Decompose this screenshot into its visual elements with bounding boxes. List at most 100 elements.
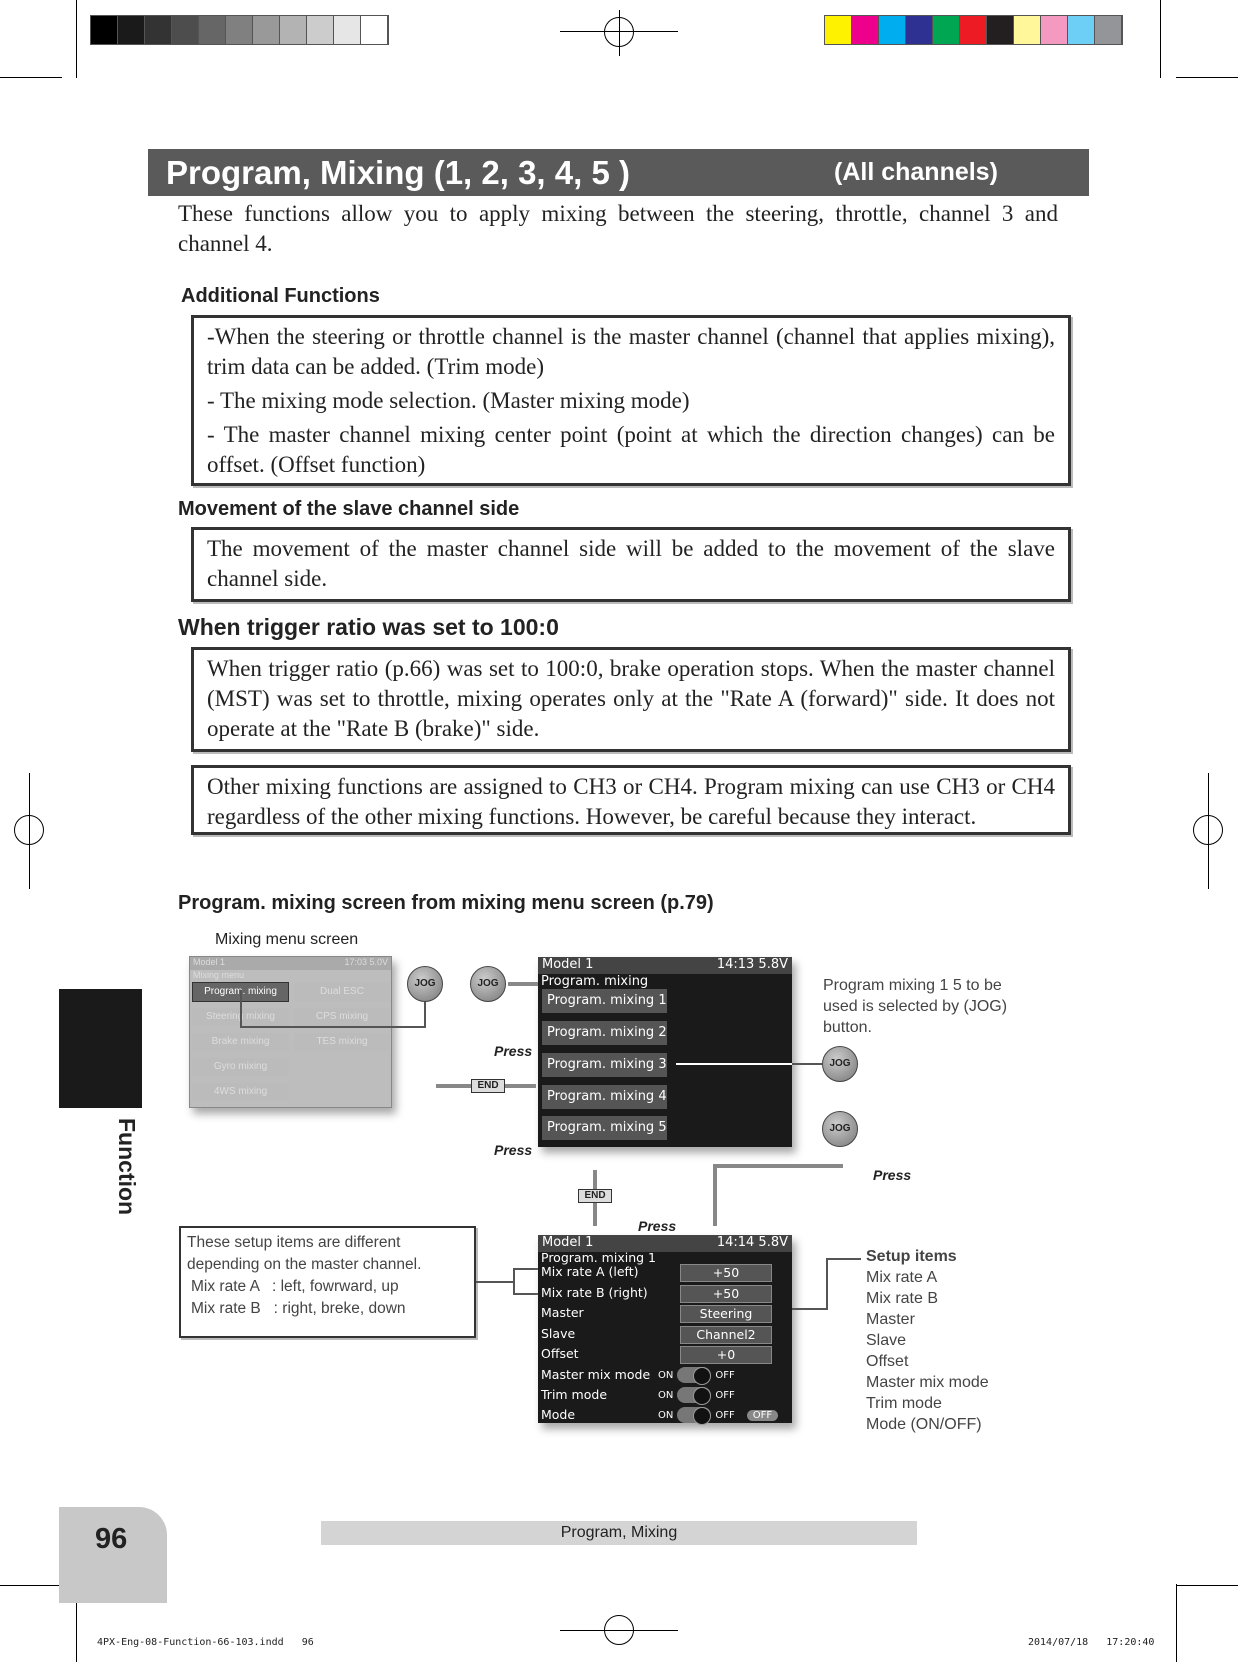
mix-rate-b-value[interactable]: +50: [680, 1285, 772, 1303]
slave-label: Slave: [541, 1326, 576, 1341]
menu-item[interactable]: Gyro mixing: [192, 1058, 289, 1076]
title-bar: Program, Mixing (1, 2, 3, 4, 5 ) (All ch…: [148, 149, 1089, 196]
setup-item: Mix rate A: [866, 1269, 938, 1286]
footer-title-bar: Program, Mixing: [321, 1521, 917, 1545]
mode-state-badge: OFF: [746, 1409, 779, 1421]
color-swatch: [852, 16, 879, 44]
mode-label: Mode: [541, 1407, 576, 1422]
slave-value[interactable]: Channel2: [680, 1326, 772, 1344]
registration-mark: [29, 773, 30, 889]
color-swatch: [199, 16, 226, 44]
color-swatch: [361, 16, 388, 44]
program-mixing-2[interactable]: Program. mixing 2: [542, 1021, 667, 1045]
color-swatch: [226, 16, 253, 44]
note-text: These setup items are different dependin…: [187, 1234, 422, 1273]
setup-item: Master: [866, 1311, 915, 1328]
crop-mark: [1160, 0, 1161, 78]
color-swatch: [987, 16, 1014, 44]
jog-button[interactable]: JOG: [407, 966, 443, 1002]
setup-item: Master mix mode: [866, 1374, 989, 1391]
list-title: Program. mixing: [541, 974, 649, 989]
master-mix-mode-label: Master mix mode: [541, 1367, 651, 1382]
crop-mark: [1176, 77, 1238, 78]
mix-rate-b-label: Mix rate B (right): [541, 1285, 648, 1300]
page-number: 96: [95, 1523, 128, 1555]
master-value[interactable]: Steering: [680, 1305, 772, 1323]
menu-status: 17:03 5.0V: [344, 957, 388, 967]
slave-text: The movement of the master channel side …: [207, 536, 1055, 591]
additional-heading: Additional Functions: [181, 285, 380, 307]
additional-box: -When the steering or throttle channel i…: [191, 315, 1071, 486]
end-button[interactable]: END: [578, 1189, 612, 1203]
jog-button[interactable]: JOG: [470, 966, 506, 1002]
mix-rate-a-label: Mix rate A (left): [541, 1264, 639, 1279]
jog-button[interactable]: JOG: [822, 1111, 858, 1147]
program-mixing-1[interactable]: Program. mixing 1: [542, 989, 667, 1013]
mix-rate-a-value[interactable]: +50: [680, 1264, 772, 1282]
intro-text: These functions allow you to apply mixin…: [178, 201, 1058, 256]
master-channel-note: These setup items are different dependin…: [179, 1226, 476, 1338]
program-mixing-4[interactable]: Program. mixing 4: [542, 1085, 667, 1109]
menu-item[interactable]: TES mixing: [294, 1033, 390, 1051]
select-note: Program mixing 1 5 to be used is selecte…: [823, 977, 1008, 1036]
registration-mark: [604, 17, 634, 47]
press-label: Press: [873, 1167, 912, 1183]
mode-toggle[interactable]: ON OFF OFF: [658, 1407, 779, 1425]
setup-item: Mix rate B: [866, 1290, 939, 1307]
menu-model: Model 1: [193, 957, 226, 967]
color-swatch: [253, 16, 280, 44]
setup-item: Slave: [866, 1332, 907, 1349]
trigger-text: When trigger ratio (p.66) was set to 100…: [207, 656, 1055, 741]
registration-mark: [560, 1630, 678, 1631]
connector-line: [713, 1164, 843, 1168]
note-line: Mix rate A : left, fowrward, up: [191, 1278, 399, 1295]
color-swatch: [1014, 16, 1041, 44]
mixing-menu-screen: Model 1 17:03 5.0V Mixing menu Program. m…: [189, 956, 392, 1108]
menu-label: Mixing menu screen: [215, 931, 359, 948]
page-number-tab: 96: [59, 1507, 167, 1603]
slave-heading: Movement of the slave channel side: [178, 498, 520, 520]
color-swatch: [1068, 16, 1095, 44]
jog-button[interactable]: JOG: [822, 1046, 858, 1082]
crop-mark: [1176, 1584, 1177, 1662]
color-swatch: [906, 16, 933, 44]
color-swatch: [960, 16, 987, 44]
color-swatch: [1095, 16, 1122, 44]
press-label: Press: [638, 1218, 677, 1234]
diagram-heading: Program. mixing screen from mixing menu …: [178, 892, 714, 914]
other-box: Other mixing functions are assigned to C…: [191, 765, 1071, 835]
connector-line: [240, 990, 426, 1028]
program-mixing-3[interactable]: Program. mixing 3: [542, 1053, 667, 1077]
color-swatch: [145, 16, 172, 44]
end-button[interactable]: END: [471, 1079, 505, 1093]
menu-item[interactable]: 4WS mixing: [192, 1083, 289, 1101]
slug-right: 2014/07/18 17:20:40: [1028, 1637, 1155, 1648]
trigger-box: When trigger ratio (p.66) was set to 100…: [191, 647, 1071, 752]
color-swatch: [879, 16, 906, 44]
color-swatch: [933, 16, 960, 44]
master-label: Master: [541, 1305, 584, 1320]
page-title: Program, Mixing (1, 2, 3, 4, 5 ): [166, 154, 630, 191]
setup-item: Mode (ON/OFF): [866, 1416, 982, 1433]
menu-title: Mixing menu: [193, 970, 245, 980]
offset-value[interactable]: +0: [680, 1346, 772, 1364]
side-tab-label: Function: [114, 1118, 140, 1216]
color-swatch: [334, 16, 361, 44]
trim-mode-label: Trim mode: [541, 1387, 608, 1402]
slug-left: 4PX-Eng-08-Function-66-103.indd 96: [97, 1637, 314, 1648]
press-label: Press: [494, 1142, 533, 1158]
trim-mode-toggle[interactable]: ON OFF: [658, 1387, 735, 1405]
program-mixing-5[interactable]: Program. mixing 5: [542, 1116, 667, 1140]
detail-status: 14:14 5.8V: [716, 1235, 788, 1250]
menu-item[interactable]: Brake mixing: [192, 1033, 289, 1051]
crop-mark: [0, 77, 62, 78]
registration-mark: [1208, 773, 1209, 889]
master-mix-mode-toggle[interactable]: ON OFF: [658, 1367, 735, 1385]
list-model: Model 1: [542, 957, 594, 972]
crop-mark: [76, 0, 77, 78]
additional-item: - The master channel mixing center point…: [207, 422, 1055, 477]
offset-label: Offset: [541, 1346, 579, 1361]
program-mixing-list-screen: Model 1 14:13 5.8V Program. mixing Progra…: [538, 957, 792, 1147]
footer-title: Program, Mixing: [560, 1524, 678, 1541]
crop-mark: [1176, 1585, 1238, 1586]
